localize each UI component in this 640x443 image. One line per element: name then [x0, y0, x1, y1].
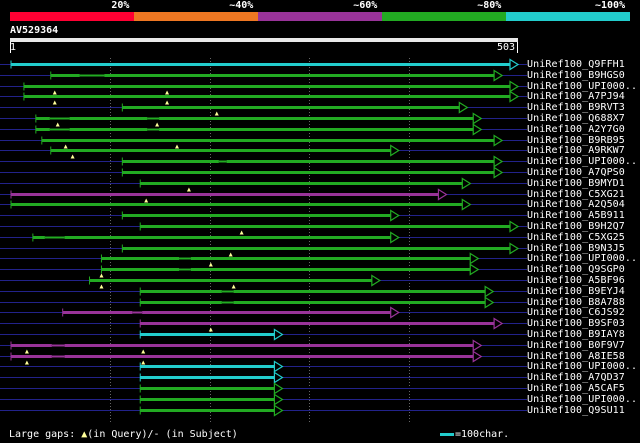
hit-label[interactable]: UniRef100_A7QD37: [527, 372, 625, 383]
hit-arrow-icon: [390, 144, 400, 157]
hit-arrow-icon: [472, 112, 483, 125]
query-gap-triangle-icon: [186, 187, 191, 192]
hit-label[interactable]: UniRef100_UPI000..: [527, 253, 637, 264]
hit-label-column: UniRef100_Q9FFH1 UniRef100_B9HGS0 UniRef10…: [527, 0, 640, 443]
hit-arrow-icon: [461, 198, 472, 211]
hit-label[interactable]: UniRef100_A9RKW7: [527, 145, 625, 156]
hit-arrow-icon: [493, 317, 504, 330]
query-gap-triangle-icon: [141, 349, 146, 354]
hit-label[interactable]: UniRef100_Q9SGP0: [527, 264, 625, 275]
hit-arrow-icon: [509, 58, 520, 71]
hit-arrow-icon: [437, 188, 448, 201]
query-gap-triangle-icon: [52, 90, 57, 95]
hit-arrow-icon: [472, 123, 483, 136]
hit-label[interactable]: UniRef100_UPI000..: [527, 81, 637, 92]
hit-arrow-icon: [493, 166, 504, 179]
hit-arrow-icon: [509, 90, 520, 103]
hit-label[interactable]: UniRef100_B9IAY8: [527, 329, 625, 340]
hit-arrow-icon: [509, 220, 520, 233]
hit-label[interactable]: UniRef100_B9HGS0: [527, 70, 625, 81]
query-gap-triangle-icon: [228, 252, 233, 257]
hit-arrow-icon: [493, 155, 504, 168]
hit-label[interactable]: UniRef100_B9EYJ4: [527, 286, 625, 297]
query-gap-triangle-icon: [155, 122, 160, 127]
hit-arrow-icon: [390, 306, 400, 319]
hit-label[interactable]: UniRef100_A5CAF5: [527, 383, 625, 394]
hit-arrow-icon: [273, 328, 284, 341]
hit-label[interactable]: UniRef100_C6JS92: [527, 307, 625, 318]
hit-label[interactable]: UniRef100_UPI000..: [527, 156, 637, 167]
query-gap-triangle-icon: [239, 230, 244, 235]
scale-swatch: [440, 432, 454, 436]
scale-legend: =100char.: [440, 429, 509, 441]
query-gap-triangle-icon: [63, 144, 68, 149]
hit-arrow-icon: [493, 134, 504, 147]
hit-label[interactable]: UniRef100_B9MYD1: [527, 178, 625, 189]
hit-label[interactable]: UniRef100_A5BF96: [527, 275, 625, 286]
query-gap-triangle-icon: [144, 198, 149, 203]
query-gap-triangle-icon: [55, 122, 60, 127]
hit-arrow-icon: [458, 101, 469, 114]
hit-arrow-icon: [493, 69, 504, 82]
hit-label[interactable]: UniRef100_A2Q504: [527, 199, 625, 210]
query-gap-triangle-icon: [231, 284, 236, 289]
query-gap-triangle-icon: [208, 327, 213, 332]
hit-arrow-icon: [390, 209, 400, 222]
hit-label[interactable]: UniRef100_Q9SU11: [527, 405, 625, 416]
hit-arrow-icon: [509, 242, 520, 255]
hit-arrow-icon: [273, 404, 284, 417]
hit-label[interactable]: UniRef100_B9H2Q7: [527, 221, 625, 232]
hit-arrow-icon: [371, 274, 381, 287]
hit-label[interactable]: UniRef100_B8A788: [527, 297, 625, 308]
query-gap-triangle-icon: [99, 273, 104, 278]
hit-label[interactable]: UniRef100_B9RVT3: [527, 102, 625, 113]
hit-arrow-icon: [273, 360, 284, 373]
hit-arrow-icon: [273, 393, 284, 406]
query-gap-triangle-icon: [214, 111, 219, 116]
hit-label[interactable]: UniRef100_A7PJ94: [527, 91, 625, 102]
hit-label[interactable]: UniRef100_B9SF03: [527, 318, 625, 329]
scale-label: =100char.: [455, 429, 510, 440]
hit-arrow-icon: [390, 231, 400, 244]
query-gap-triangle-icon: [175, 144, 180, 149]
hit-arrow-icon: [273, 371, 284, 384]
hit-arrow-icon: [509, 80, 520, 93]
query-gap-triangle-icon: [165, 100, 170, 105]
gap-legend-prefix: Large gaps:: [9, 429, 82, 440]
hit-label[interactable]: UniRef100_UPI000..: [527, 361, 637, 372]
query-gap-triangle-icon: [24, 360, 29, 365]
hit-label[interactable]: UniRef100_B0F9V7: [527, 340, 625, 351]
query-gap-triangle-icon: [70, 154, 75, 159]
hit-arrow-icon: [472, 350, 483, 363]
hit-arrow-icon: [273, 382, 284, 395]
hit-label[interactable]: UniRef100_C5XG25: [527, 232, 625, 243]
gap-legend: Large gaps: ▲(in Query)/- (in Subject): [9, 429, 238, 441]
hit-label[interactable]: UniRef100_B9RB95: [527, 135, 625, 146]
gap-legend-text: (in Query)/- (in Subject): [87, 429, 238, 440]
hit-arrow-icon: [469, 263, 480, 276]
hit-label[interactable]: UniRef100_A2Y7G0: [527, 124, 625, 135]
query-gap-triangle-icon: [141, 360, 146, 365]
hit-arrow-icon: [461, 177, 472, 190]
query-gap-triangle-icon: [208, 262, 213, 267]
query-gap-triangle-icon: [24, 349, 29, 354]
hit-label[interactable]: UniRef100_A5B911: [527, 210, 625, 221]
query-gap-triangle-icon: [165, 90, 170, 95]
hit-label[interactable]: UniRef100_A8IE58: [527, 351, 625, 362]
hit-label[interactable]: UniRef100_B9N3J5: [527, 243, 625, 254]
hit-label[interactable]: UniRef100_A7QPS0: [527, 167, 625, 178]
hit-arrow-icon: [469, 252, 480, 265]
query-gap-triangle-icon: [99, 284, 104, 289]
hit-arrow-icon: [472, 339, 483, 352]
hit-arrow-icon: [484, 285, 495, 298]
query-gap-triangle-icon: [52, 100, 57, 105]
hit-label[interactable]: UniRef100_C5XG21: [527, 189, 625, 200]
hit-arrow-icon: [484, 296, 495, 309]
hit-label[interactable]: UniRef100_UPI000..: [527, 394, 637, 405]
hit-label[interactable]: UniRef100_Q688X7: [527, 113, 625, 124]
hit-label[interactable]: UniRef100_Q9FFH1: [527, 59, 625, 70]
